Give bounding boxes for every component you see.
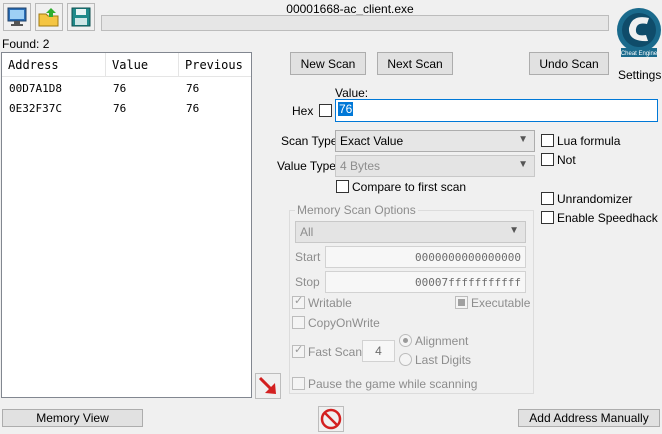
scan-type-label: Scan Type [281,134,338,148]
not-checkbox[interactable] [541,153,554,166]
chevron-down-icon: ▼ [509,225,519,236]
window-title: 00001668-ac_client.exe [286,2,414,16]
row-previous: 76 [186,82,200,95]
found-count: Found: 2 [2,37,50,51]
scan-type-value: Exact Value [340,134,404,148]
cheat-engine-logo-icon: Cheat Engine [617,8,661,57]
value-input-text: 76 [338,102,354,116]
unrandomizer-label: Unrandomizer [557,192,633,206]
scan-progress-bar [101,15,609,31]
alignment-radio[interactable] [399,334,412,347]
add-selected-to-list-button[interactable] [255,373,281,399]
last-digits-label: Last Digits [415,353,472,367]
value-input[interactable]: 76 [335,99,658,122]
memory-scan-options-title: Memory Scan Options [295,203,418,217]
start-label: Start [295,250,321,264]
stop-address-input[interactable]: 00007fffffffffff [325,271,526,293]
column-value[interactable]: Value [106,53,179,76]
row-address: 00D7A1D8 [9,82,62,95]
writable-checkbox[interactable] [292,294,305,309]
svg-text:Cheat Engine: Cheat Engine [621,51,658,57]
compare-first-label: Compare to first scan [352,180,467,194]
row-address: 0E32F37C [9,102,62,115]
lua-formula-checkbox[interactable] [541,134,554,147]
indeterminate-mark [458,299,465,306]
column-address[interactable]: Address [2,53,106,76]
value-type-label: Value Type [277,159,336,173]
not-label: Not [557,153,576,167]
unrandomizer-checkbox[interactable] [541,192,554,205]
chevron-down-icon: ▼ [518,159,528,170]
row-value: 76 [113,82,127,95]
value-type-select[interactable]: 4 Bytes ▼ [335,155,535,177]
new-scan-button[interactable]: New Scan [290,52,366,75]
lua-formula-label: Lua formula [557,134,621,148]
alignment-label: Alignment [415,334,469,348]
settings-label: Settings [618,68,662,82]
undo-scan-button[interactable]: Undo Scan [529,52,609,75]
stop-label: Stop [295,275,320,289]
start-address-input[interactable]: 0000000000000000 [325,246,526,268]
copy-on-write-checkbox[interactable] [292,316,305,329]
copy-on-write-label: CopyOnWrite [308,316,380,330]
pause-game-checkbox[interactable] [292,377,305,390]
table-row[interactable]: 00D7A1D8 76 76 [2,77,251,97]
fast-scan-checkbox[interactable] [292,343,305,358]
table-row[interactable]: 0E32F37C 76 76 [2,97,251,117]
memory-view-button[interactable]: Memory View [2,409,143,427]
compare-first-checkbox[interactable] [336,180,349,193]
hex-label: Hex [292,104,314,118]
no-entry-icon [320,408,342,430]
cheat-engine-logo[interactable]: Cheat Engine Settings [612,0,662,82]
hex-checkbox[interactable] [319,104,332,117]
chevron-down-icon: ▼ [518,134,528,145]
memory-region-value: All [300,225,314,239]
red-arrow-down-right-icon [258,376,276,394]
speedhack-label: Enable Speedhack [557,211,658,225]
memory-region-select[interactable]: All ▼ [295,221,526,243]
executable-label: Executable [471,296,531,310]
results-list[interactable]: Address Value Previous 00D7A1D8 76 76 0E… [1,52,252,398]
fast-scan-label: Fast Scan [308,345,363,359]
fast-scan-alignment-input[interactable]: 4 [362,340,395,362]
writable-label: Writable [308,296,352,310]
add-address-manually-button[interactable]: Add Address Manually [518,409,660,427]
speedhack-checkbox[interactable] [541,211,554,224]
row-value: 76 [113,102,127,115]
column-previous[interactable]: Previous [179,53,251,76]
row-previous: 76 [186,102,200,115]
last-digits-radio[interactable] [399,353,412,366]
value-type-value: 4 Bytes [340,159,381,173]
executable-checkbox[interactable] [455,296,468,309]
next-scan-button[interactable]: Next Scan [377,52,453,75]
pause-game-label: Pause the game while scanning [308,377,478,391]
stop-button[interactable] [318,406,344,432]
results-header: Address Value Previous [2,53,251,77]
value-label: Value: [335,86,369,100]
scan-type-select[interactable]: Exact Value ▼ [335,130,535,152]
